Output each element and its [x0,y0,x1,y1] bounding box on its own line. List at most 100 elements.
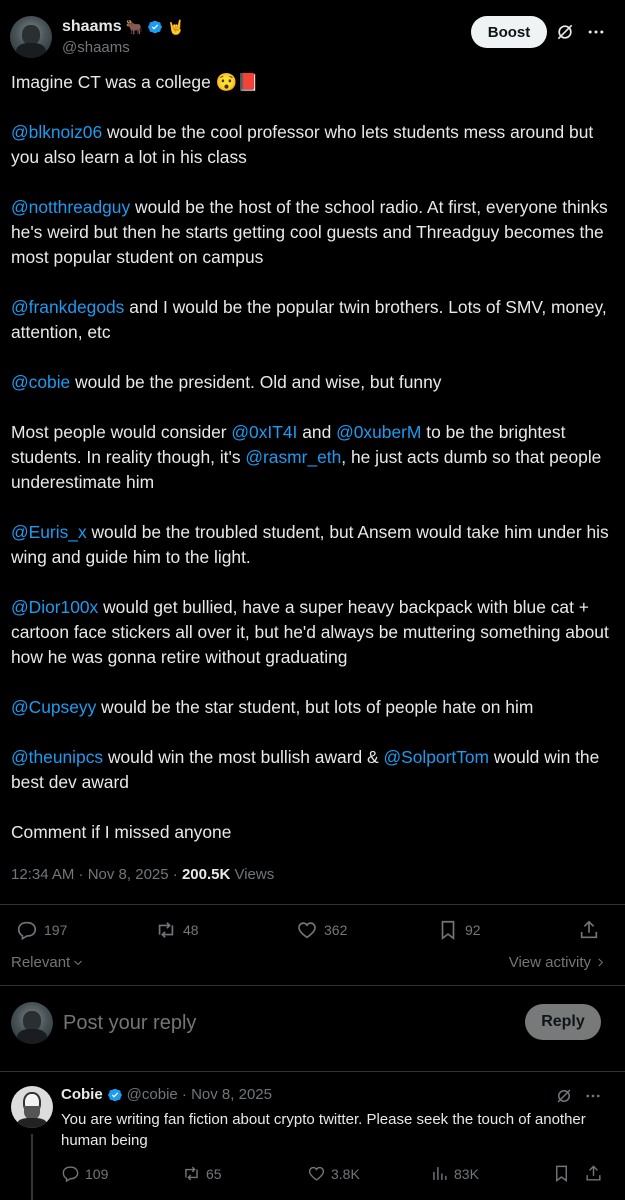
author-handle[interactable]: @shaams [62,39,184,56]
mention-link[interactable]: @SolportTom [383,747,489,767]
sort-dropdown[interactable]: Relevant [11,954,84,971]
share-icon [580,920,598,939]
tweet-text-segment: would be the troubled student, but Ansem… [11,522,609,567]
bull-emoji: 🐂 [125,19,144,35]
reply-input[interactable] [63,1008,503,1038]
reply-icon [17,921,37,941]
divider [0,904,625,905]
views-chart-icon [433,1167,447,1180]
reply-action[interactable]: 109 [61,1164,108,1183]
reply-action[interactable]: 197 [16,919,67,941]
repost-count: 65 [206,1165,222,1182]
tweet-paragraph: @blknoiz06 would be the cool professor w… [11,120,611,170]
reply-author-name[interactable]: Cobie [61,1086,103,1103]
tweet-text-segment: and [297,422,337,442]
author-avatar[interactable] [10,16,52,58]
bookmark-action[interactable]: 92 [437,919,481,941]
reply-header: Cobie @cobie · Nov 8, 2025 [61,1086,272,1103]
composer-avatar[interactable] [11,1002,53,1044]
repost-action[interactable]: 65 [182,1164,222,1183]
display-name-row: shaams 🐂 🤘 [62,16,184,38]
avatar-shirt [17,1118,47,1128]
tweet-text-segment: Imagine CT was a college 😯📕 [11,72,259,92]
tweet-paragraph: @Euris_x would be the troubled student, … [11,520,611,570]
tweet-text-segment: Most people would consider [11,422,232,442]
reply-composer: Reply [0,990,625,1060]
reply-handle-date[interactable]: @cobie · Nov 8, 2025 [127,1086,272,1103]
mention-link[interactable]: @frankdegods [11,297,124,317]
repost-action[interactable]: 48 [155,919,199,941]
verified-badge-icon[interactable] [147,19,163,35]
like-count: 362 [324,922,348,938]
tweet-paragraph: @Dior100x would get bullied, have a supe… [11,595,611,670]
reply-tweet[interactable]: Cobie @cobie · Nov 8, 2025 You are writi… [0,1076,625,1200]
share-icon [586,1165,601,1181]
mention-link[interactable]: @Euris_x [11,522,87,542]
like-count: 3.8K [331,1165,360,1182]
mention-link[interactable]: @0xuberM [336,422,421,442]
tweet-meta: 12:34 AM · Nov 8, 2025 · 200.5K Views [11,866,274,883]
views-count: 83K [454,1165,479,1182]
reply-text: You are writing fan fiction about crypto… [61,1111,586,1149]
tweet-paragraph: Comment if I missed anyone [11,820,611,845]
reply-icon [62,1166,79,1183]
boost-button[interactable]: Boost [471,16,547,48]
tweet-text-segment: would be the star student, but lots of p… [96,697,534,717]
view-activity-label: View activity [508,954,591,971]
mention-link[interactable]: @rasmr_eth [245,447,341,467]
like-action[interactable]: 362 [296,919,347,941]
reply-count: 197 [44,922,68,938]
tweet-paragraph: @theunipcs would win the most bullish aw… [11,745,611,795]
more-icon[interactable] [584,1087,602,1105]
reply-sort-row: Relevant View activity [11,954,606,974]
reply-button[interactable]: Reply [525,1004,601,1040]
reply-actions: 109 65 3.8K 83K [0,1162,625,1186]
heart-icon [298,922,316,939]
divider [0,1071,625,1072]
mention-link[interactable]: @0xIT4I [231,422,297,442]
tweet-text-segment: Comment if I missed anyone [11,822,232,842]
grok-icon[interactable] [555,1087,573,1105]
verified-badge-icon[interactable] [107,1087,123,1103]
bookmark-action[interactable] [552,1164,571,1183]
views-action[interactable]: 83K [430,1164,479,1183]
mention-link[interactable]: @theunipcs [11,747,103,767]
bookmark-icon [556,1165,567,1183]
mention-link[interactable]: @Cupseyy [11,697,96,717]
sort-label: Relevant [11,954,71,971]
mention-link[interactable]: @notthreadguy [11,197,130,217]
share-action[interactable] [578,919,600,941]
affiliate-badge-icon[interactable]: 🤘 [167,20,184,34]
mention-link[interactable]: @cobie [11,372,70,392]
repost-count: 48 [183,922,199,938]
views-count[interactable]: 200.5K [182,866,230,883]
avatar-body [17,1029,47,1044]
tweet-text-segment: would win the most bullish award & [103,747,384,767]
tweet-header: shaams 🐂 🤘 @shaams Boost [10,14,615,58]
tweet-timestamp[interactable]: 12:34 AM · Nov 8, 2025 · [11,866,182,883]
chevron-down-icon [74,960,83,965]
tweet-text-segment: would be the president. Old and wise, bu… [70,372,442,392]
tweet-paragraph: @frankdegods and I would be the popular … [11,295,611,345]
more-icon[interactable] [586,22,606,42]
reply-count: 109 [85,1165,109,1182]
grok-icon[interactable] [555,22,575,42]
mention-link[interactable]: @blknoiz06 [11,122,102,142]
tweet-actions: 197 48 362 92 [0,914,625,946]
mention-link[interactable]: @Dior100x [11,597,98,617]
share-action[interactable] [584,1164,603,1183]
like-action[interactable]: 3.8K [307,1164,360,1183]
chevron-right-icon [598,958,604,967]
view-activity-link[interactable]: View activity [509,954,606,971]
avatar-face [23,1011,41,1031]
views-label: Views [230,866,275,883]
author-display-name[interactable]: shaams [62,18,122,36]
tweet-paragraph: Most people would consider @0xIT4I and @… [11,420,611,495]
repost-icon [185,1166,198,1181]
author-info: shaams 🐂 🤘 @shaams [62,16,184,56]
bookmark-count: 92 [465,922,481,938]
reply-author-avatar[interactable] [11,1086,53,1128]
tweet-text: Imagine CT was a college 😯📕 @blknoiz06 wo… [11,70,611,870]
repost-icon [158,922,174,938]
divider [0,985,625,986]
